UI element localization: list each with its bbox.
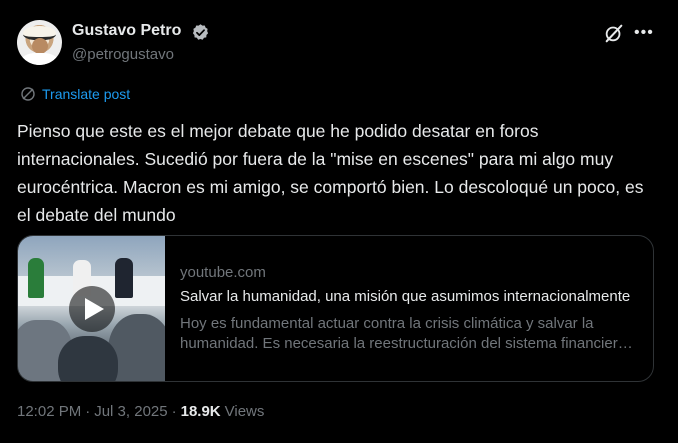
thumbnail-speaker-1 bbox=[28, 258, 44, 298]
video-thumbnail[interactable] bbox=[18, 236, 165, 381]
play-icon bbox=[85, 298, 104, 320]
avatar[interactable] bbox=[17, 20, 62, 65]
card-domain: youtube.com bbox=[180, 264, 266, 281]
avatar-face bbox=[32, 38, 48, 54]
globe-icon bbox=[21, 87, 35, 101]
views-count[interactable]: 18.9K bbox=[181, 403, 221, 420]
author-handle[interactable]: @petrogustavo bbox=[72, 46, 174, 63]
thumbnail-audience-3 bbox=[58, 336, 118, 381]
link-preview-card[interactable]: youtube.com Salvar la humanidad, una mis… bbox=[17, 235, 654, 382]
translate-post-label: Translate post bbox=[42, 86, 131, 102]
post-time[interactable]: 12:02 PM bbox=[17, 403, 81, 420]
grok-icon[interactable] bbox=[603, 22, 625, 44]
more-icon[interactable]: ••• bbox=[634, 22, 654, 44]
tweet-text: Pienso que este es el mejor debate que h… bbox=[17, 121, 644, 225]
play-button[interactable] bbox=[69, 286, 115, 332]
author-name[interactable]: Gustavo Petro bbox=[72, 22, 181, 40]
thumbnail-speaker-3 bbox=[115, 258, 133, 298]
avatar-shirt bbox=[21, 53, 58, 65]
translate-post-link[interactable]: Translate post bbox=[20, 86, 130, 102]
card-description: Hoy es fundamental actuar contra la cris… bbox=[180, 315, 627, 352]
tweet-meta: 12:02 PM · Jul 3, 2025 · 18.9K Views bbox=[17, 403, 264, 420]
meta-separator: · bbox=[85, 403, 91, 420]
post-date[interactable]: Jul 3, 2025 bbox=[94, 403, 167, 420]
card-title: Salvar la humanidad, una misión que asum… bbox=[180, 288, 631, 305]
verified-badge-icon bbox=[192, 24, 209, 40]
meta-separator: · bbox=[171, 403, 177, 420]
views-label: Views bbox=[224, 403, 265, 420]
